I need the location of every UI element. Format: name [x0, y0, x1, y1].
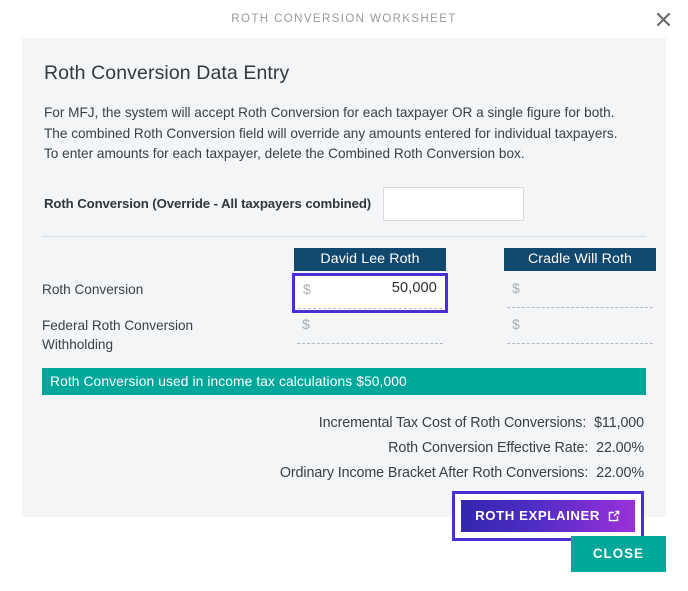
row-label-federal-withholding-cell: Federal Roth Conversion Withholding	[42, 311, 294, 355]
input-roth-conversion-david-wrap[interactable]: $ 50,000	[292, 272, 448, 313]
close-icon-glyph	[656, 12, 670, 26]
override-label: Roth Conversion (Override - All taxpayer…	[44, 196, 372, 212]
input-federal-withholding-david-value	[310, 314, 443, 315]
summary-line-incremental-tax-cost: Incremental Tax Cost of Roth Conversions…	[42, 415, 644, 431]
card-description: For MFJ, the system will accept Roth Con…	[44, 103, 646, 165]
row-label-roth-conversion: Roth Conversion	[42, 281, 144, 297]
row-label-federal-withholding: Federal Roth Conversion Withholding	[42, 311, 294, 355]
summary-line-ordinary-bracket: Ordinary Income Bracket After Roth Conve…	[42, 465, 644, 481]
description-line-2: The combined Roth Conversion field will …	[44, 125, 618, 141]
description-line-1: For MFJ, the system will accept Roth Con…	[44, 105, 615, 120]
input-roth-conversion-cradle-value	[520, 278, 653, 279]
input-roth-conversion-cradle-wrap[interactable]: $	[504, 275, 656, 311]
section-divider	[42, 235, 646, 237]
data-entry-card: Roth Conversion Data Entry For MFJ, the …	[22, 38, 666, 542]
cell-roth-conversion-cradle: $	[504, 275, 656, 311]
override-row: Roth Conversion (Override - All taxpayer…	[44, 186, 646, 221]
table-row-roth-conversion: Roth Conversion $ 50,000 $	[42, 272, 653, 313]
currency-symbol: $	[302, 315, 310, 332]
summary-value-ordinary-bracket: 22.00%	[596, 465, 644, 482]
input-federal-withholding-david-wrap[interactable]: $	[294, 311, 446, 347]
input-roth-conversion-david[interactable]: $ 50,000	[298, 279, 442, 309]
summary-label-ordinary-bracket: Ordinary Income Bracket After Roth Conve…	[279, 465, 589, 482]
column-header-david-label: David Lee Roth	[294, 247, 446, 271]
column-header-cradle: Cradle Will Roth	[504, 247, 656, 271]
currency-symbol: $	[512, 279, 520, 296]
input-federal-withholding-david[interactable]: $	[297, 314, 443, 344]
row-label-federal-withholding-line2: Withholding	[42, 336, 114, 352]
summary-label-effective-rate: Roth Conversion Effective Rate:	[388, 440, 589, 457]
cell-federal-withholding-david: $	[294, 311, 446, 347]
input-federal-withholding-cradle-value	[520, 314, 653, 315]
roth-conversion-modal: ROTH CONVERSION WORKSHEET Roth Conversio…	[0, 0, 688, 591]
summary-value-incremental-tax-cost: $11,000	[594, 415, 644, 432]
close-x-icon[interactable]	[646, 3, 680, 35]
result-bar: Roth Conversion used in income tax calcu…	[42, 368, 646, 396]
row-label-federal-withholding-line1: Federal Roth Conversion	[42, 317, 194, 333]
table-row-federal-withholding: Federal Roth Conversion Withholding $ $	[42, 311, 653, 355]
summary-value-effective-rate: 22.00%	[596, 440, 644, 457]
column-header-row: David Lee Roth Cradle Will Roth	[42, 247, 656, 271]
cell-federal-withholding-cradle: $	[504, 311, 656, 347]
column-header-david: David Lee Roth	[294, 247, 446, 271]
summary-block: Incremental Tax Cost of Roth Conversions…	[42, 415, 646, 481]
currency-symbol: $	[512, 315, 520, 332]
description-line-3: To enter amounts for each taxpayer, dele…	[44, 146, 525, 162]
modal-titlebar: ROTH CONVERSION WORKSHEET	[0, 0, 688, 38]
input-roth-conversion-david-value: 50,000	[391, 279, 437, 296]
input-roth-conversion-cradle[interactable]: $	[507, 278, 653, 308]
summary-label-incremental-tax-cost: Incremental Tax Cost of Roth Conversions…	[318, 415, 587, 432]
override-combined-input[interactable]	[383, 186, 525, 221]
card-heading: Roth Conversion Data Entry	[44, 62, 290, 84]
taxpayer-grid: David Lee Roth Cradle Will Roth Roth Con…	[42, 247, 656, 355]
input-federal-withholding-cradle-wrap[interactable]: $	[504, 311, 656, 347]
page-title: ROTH CONVERSION WORKSHEET	[231, 13, 457, 25]
input-federal-withholding-cradle[interactable]: $	[507, 314, 653, 344]
summary-line-effective-rate: Roth Conversion Effective Rate: 22.00%	[42, 440, 644, 456]
row-label-roth-conversion-cell: Roth Conversion	[42, 275, 294, 300]
currency-symbol: $	[303, 280, 311, 297]
cell-roth-conversion-david: $ 50,000	[292, 272, 448, 313]
modal-footer: CLOSE	[0, 517, 688, 591]
column-header-cradle-label: Cradle Will Roth	[504, 247, 656, 271]
close-button[interactable]: CLOSE	[570, 536, 666, 572]
